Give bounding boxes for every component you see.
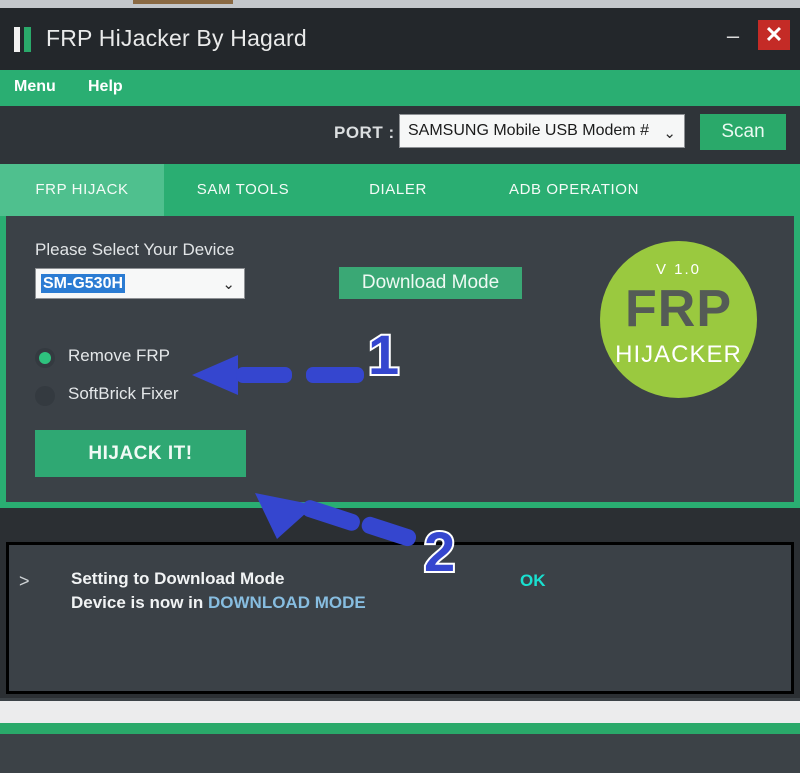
window-title: FRP HiJacker By Hagard: [46, 25, 307, 51]
radio-softbrick-fixer-label: SoftBrick Fixer: [68, 384, 179, 403]
console-prompt: >: [19, 571, 30, 591]
browser-tab-nub: [133, 0, 233, 4]
radio-unselected-icon: [35, 386, 55, 406]
menu-bar: Menu Help: [0, 70, 800, 106]
radio-remove-frp-label: Remove FRP: [68, 346, 171, 365]
content-panel: Please Select Your Device SM-G530H ⌄ Dow…: [0, 216, 800, 508]
close-button[interactable]: ✕: [758, 20, 790, 50]
console-status-ok: OK: [520, 571, 546, 590]
port-select-value: SAMSUNG Mobile USB Modem #: [408, 122, 649, 139]
annotation-arrow-2: [255, 493, 417, 547]
logo-title-label: FRP: [625, 280, 732, 338]
logo-subtitle-label: HIJACKER: [615, 341, 742, 368]
tab-dialer[interactable]: DIALER: [322, 164, 474, 216]
console-line-2-prefix: Device is now in: [71, 593, 208, 612]
bottom-dark-strip: [0, 734, 800, 773]
hijack-it-button[interactable]: HIJACK IT!: [35, 430, 246, 477]
bottom-light-strip: [0, 701, 800, 723]
console-line-2-highlight: DOWNLOAD MODE: [208, 593, 366, 612]
annotation-number-1: 1: [366, 323, 401, 386]
content-inner: Please Select Your Device SM-G530H ⌄ Dow…: [6, 216, 794, 502]
menu-item-menu[interactable]: Menu: [14, 78, 56, 96]
frp-hijacker-logo: V 1.0 FRP HIJACKER: [600, 241, 757, 398]
app-window: FRP HiJacker By Hagard – ✕ Menu Help POR…: [0, 8, 800, 698]
tab-adb-operation[interactable]: ADB OPERATION: [474, 164, 674, 216]
port-select[interactable]: SAMSUNG Mobile USB Modem # ⌄: [399, 114, 685, 148]
tab-bar: FRP HIJACK SAM TOOLS DIALER ADB OPERATIO…: [0, 164, 800, 216]
annotation-arrow-1: [192, 355, 364, 395]
console-line-1: Setting to Download Mode: [71, 569, 285, 588]
title-bar: FRP HiJacker By Hagard – ✕: [0, 8, 800, 70]
device-select-label: Please Select Your Device: [35, 240, 235, 259]
tab-frp-hijack[interactable]: FRP HIJACK: [0, 164, 164, 216]
chevron-down-icon: ⌄: [663, 125, 676, 142]
device-select-value: SM-G530H: [41, 274, 126, 293]
port-row: PORT : SAMSUNG Mobile USB Modem # ⌄ Scan: [0, 106, 800, 164]
console-output[interactable]: > Setting to Download Mode Device is now…: [6, 542, 794, 694]
device-select[interactable]: SM-G530H ⌄: [35, 268, 245, 299]
radio-selected-icon: [35, 348, 55, 368]
console-line-2: Device is now in DOWNLOAD MODE: [71, 593, 366, 613]
logo-version-label: V 1.0: [655, 261, 702, 278]
desktop-top-strip: [0, 0, 800, 8]
frp-bars-logo-icon: [14, 27, 36, 52]
scan-button[interactable]: Scan: [700, 114, 786, 150]
annotation-number-2: 2: [422, 520, 457, 583]
menu-item-help[interactable]: Help: [88, 78, 123, 96]
download-mode-button[interactable]: Download Mode: [339, 267, 522, 299]
minimize-button[interactable]: –: [720, 25, 746, 52]
bottom-green-strip: [0, 723, 800, 734]
chevron-down-icon: ⌄: [222, 276, 235, 293]
tab-sam-tools[interactable]: SAM TOOLS: [164, 164, 322, 216]
port-label: PORT :: [334, 123, 395, 142]
